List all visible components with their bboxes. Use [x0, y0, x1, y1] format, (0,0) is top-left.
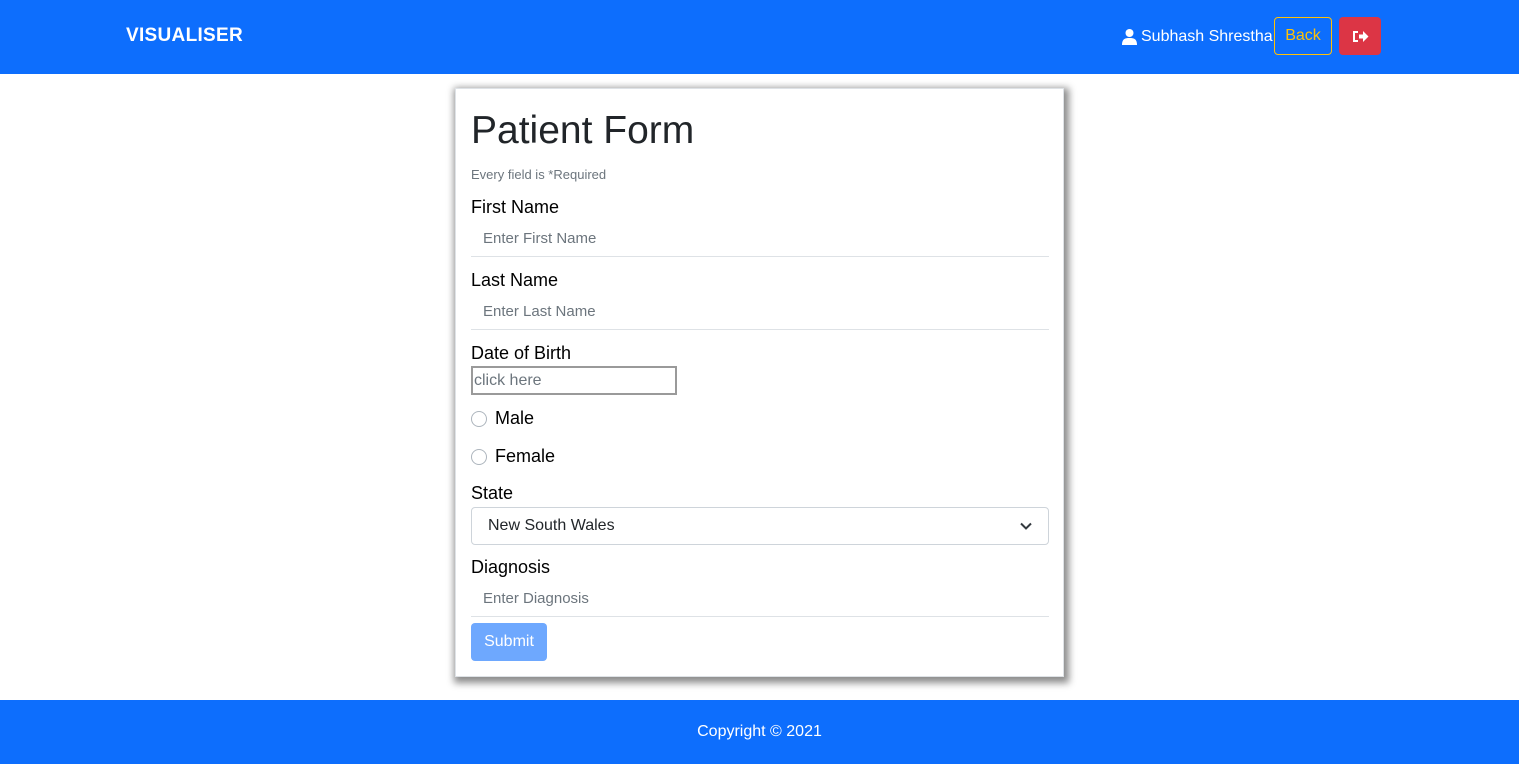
page-title: Patient Form: [471, 109, 695, 152]
user-info: Subhash Shrestha: [1122, 28, 1273, 46]
male-radio[interactable]: [471, 410, 487, 427]
state-selected-value: New South Wales: [488, 517, 615, 534]
copyright-text: Copyright © 2021: [697, 723, 822, 740]
patient-form-card: Patient Form Every field is *Required Fi…: [455, 88, 1064, 677]
dob-label: Date of Birth: [471, 343, 572, 363]
first-name-input[interactable]: [471, 221, 1049, 257]
male-label: Male: [495, 408, 535, 428]
back-button[interactable]: Back: [1274, 17, 1332, 55]
required-note: Every field is *Required: [471, 167, 607, 182]
gender-option-male[interactable]: Male: [471, 408, 534, 429]
state-label: State: [471, 483, 514, 503]
chevron-down-icon: [1020, 522, 1032, 530]
gender-option-female[interactable]: Female: [471, 446, 555, 467]
female-label: Female: [495, 446, 556, 466]
submit-button[interactable]: Submit: [471, 623, 547, 661]
first-name-label: First Name: [471, 197, 560, 217]
sign-out-icon: [1352, 30, 1368, 42]
footer: Copyright © 2021: [0, 700, 1519, 764]
dob-input[interactable]: [471, 366, 677, 395]
user-icon: [1122, 29, 1137, 45]
last-name-label: Last Name: [471, 270, 559, 290]
diagnosis-input[interactable]: [471, 581, 1049, 617]
logout-button[interactable]: [1339, 17, 1381, 55]
brand-logo[interactable]: VISUALISER: [126, 25, 243, 47]
navbar: VISUALISER Subhash Shrestha Back: [0, 0, 1519, 74]
female-radio[interactable]: [471, 448, 487, 465]
user-name: Subhash Shrestha: [1141, 28, 1273, 45]
diagnosis-label: Diagnosis: [471, 557, 551, 577]
state-select[interactable]: New South Wales: [471, 507, 1049, 545]
last-name-input[interactable]: [471, 294, 1049, 330]
